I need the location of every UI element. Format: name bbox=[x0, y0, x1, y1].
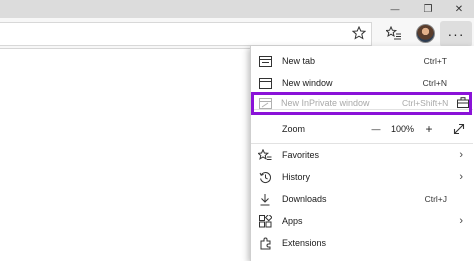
zoom-label: Zoom bbox=[282, 124, 306, 134]
favorites-label: Favorites bbox=[282, 150, 320, 160]
menu-item-history[interactable]: History › bbox=[251, 166, 473, 188]
favorites-list-icon bbox=[386, 26, 401, 40]
menu-item-new-inprivate-window[interactable]: New InPrivate window Ctrl+Shift+N bbox=[251, 92, 472, 115]
settings-menu: New tab Ctrl+T New window Ctrl+N Zoom — … bbox=[250, 46, 474, 261]
zoom-out-button[interactable]: — bbox=[366, 119, 386, 139]
new-tab-shortcut: Ctrl+T bbox=[423, 56, 447, 66]
minimize-icon: — bbox=[390, 4, 400, 14]
chevron-right-icon: › bbox=[459, 171, 463, 183]
minimize-button[interactable]: — bbox=[380, 0, 410, 18]
menu-item-new-tab[interactable]: New tab Ctrl+T bbox=[251, 50, 473, 72]
downloads-label: Downloads bbox=[282, 194, 327, 204]
new-tab-label: New tab bbox=[282, 56, 316, 66]
address-bar[interactable] bbox=[0, 22, 372, 46]
settings-and-more-button[interactable]: ··· bbox=[440, 21, 472, 47]
restore-button[interactable]: ❐ bbox=[413, 0, 443, 18]
menu-item-favorites[interactable]: Favorites › bbox=[251, 144, 473, 166]
new-inprivate-shortcut: Ctrl+Shift+N bbox=[402, 98, 449, 108]
menu-item-zoom: Zoom — 100% + bbox=[251, 118, 473, 140]
menu-item-apps[interactable]: Apps › bbox=[251, 210, 473, 232]
fullscreen-button[interactable] bbox=[449, 119, 469, 139]
minus-icon: — bbox=[371, 124, 381, 134]
new-inprivate-label: New InPrivate window bbox=[281, 98, 370, 108]
download-icon bbox=[258, 192, 272, 206]
close-window-button[interactable]: ✕ bbox=[444, 0, 474, 18]
history-label: History bbox=[282, 172, 311, 182]
add-favorite-button[interactable] bbox=[346, 20, 372, 46]
menu-item-downloads[interactable]: Downloads Ctrl+J bbox=[251, 188, 473, 210]
new-window-label: New window bbox=[282, 78, 333, 88]
zoom-in-button[interactable]: + bbox=[419, 119, 439, 139]
inprivate-window-icon bbox=[259, 98, 272, 111]
close-icon: ✕ bbox=[454, 3, 464, 15]
extensions-label: Extensions bbox=[282, 238, 327, 248]
apps-icon bbox=[258, 214, 272, 228]
more-icon: ··· bbox=[447, 26, 465, 42]
new-window-icon bbox=[258, 76, 272, 90]
menu-item-new-window[interactable]: New window Ctrl+N bbox=[251, 72, 473, 94]
profile-avatar[interactable] bbox=[416, 24, 435, 43]
chevron-right-icon: › bbox=[459, 215, 463, 227]
apps-label: Apps bbox=[282, 216, 303, 226]
title-bar: — ❐ ✕ bbox=[0, 0, 474, 18]
chevron-right-icon: › bbox=[459, 149, 463, 161]
zoom-level: 100% bbox=[391, 124, 415, 134]
new-tab-icon bbox=[258, 54, 272, 68]
briefcase-icon bbox=[457, 97, 469, 110]
downloads-shortcut: Ctrl+J bbox=[424, 194, 447, 204]
history-icon bbox=[258, 170, 272, 184]
favorites-icon bbox=[258, 148, 272, 162]
menu-item-extensions[interactable]: Extensions bbox=[251, 232, 473, 254]
new-window-shortcut: Ctrl+N bbox=[422, 78, 447, 88]
restore-icon: ❐ bbox=[423, 3, 433, 15]
star-outline-icon bbox=[352, 26, 366, 40]
plus-icon: + bbox=[425, 122, 433, 136]
extensions-icon bbox=[258, 236, 272, 250]
fullscreen-icon bbox=[453, 123, 465, 135]
favorites-button[interactable] bbox=[381, 20, 407, 46]
